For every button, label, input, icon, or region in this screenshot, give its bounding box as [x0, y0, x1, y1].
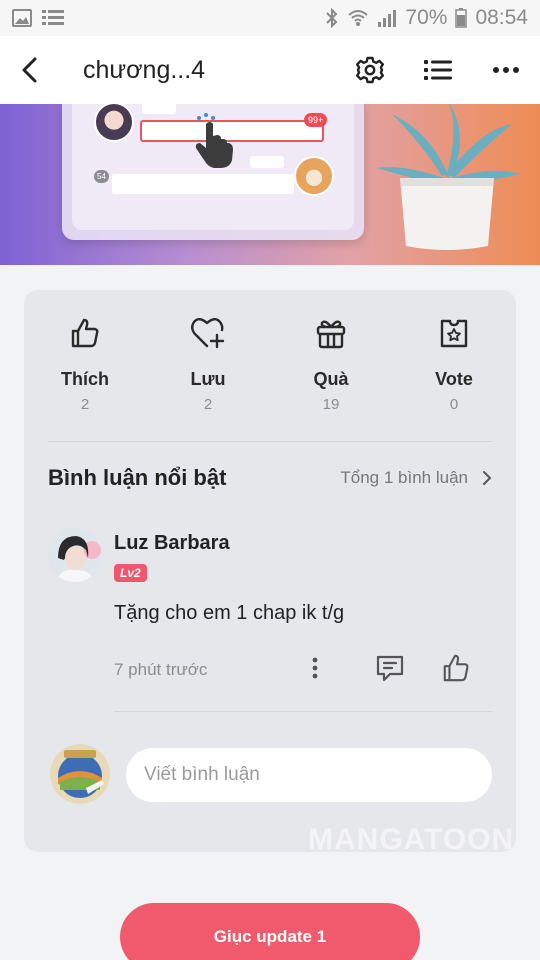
reply-button[interactable] — [370, 648, 410, 688]
clock: 08:54 — [475, 6, 528, 29]
action-label: Thích — [61, 369, 109, 389]
back-icon — [22, 57, 37, 83]
comment-more-button[interactable] — [295, 648, 335, 688]
app-header: chương...4 — [0, 36, 540, 104]
action-label: Quà — [313, 369, 349, 389]
battery-percent: 70% — [405, 6, 448, 29]
promo-banner[interactable]: 99+ 54 — [0, 104, 540, 265]
status-bar: 70% 08:54 — [0, 0, 540, 36]
comment-text: Tặng cho em 1 chap ik t/g — [114, 602, 345, 624]
save-button[interactable]: Lưu 2 — [153, 310, 263, 413]
comment-like-button[interactable] — [436, 648, 476, 688]
thumb-up-icon — [30, 310, 140, 356]
all-comments-link[interactable]: Tổng 1 bình luận — [340, 468, 492, 488]
more-vertical-icon — [312, 657, 318, 679]
bluetooth-icon — [325, 8, 339, 28]
action-bar: Thích 2 Lưu 2 Quà 19 Vote 0 — [24, 310, 516, 420]
image-icon — [12, 9, 32, 27]
comment-time: 7 phút trước — [114, 660, 208, 679]
gift-button[interactable]: Quà 19 — [276, 310, 386, 413]
level-badge: Lv2 — [114, 564, 147, 582]
request-update-button[interactable]: Giục update 1 — [120, 903, 420, 960]
list-icon — [424, 60, 452, 80]
vote-button[interactable]: Vote 0 — [399, 310, 509, 413]
interaction-panel: Thích 2 Lưu 2 Quà 19 Vote 0 Bình luận nổ… — [24, 290, 516, 852]
action-count: 2 — [203, 396, 213, 413]
banner-girl-avatar — [94, 104, 134, 142]
plant-pot-illustration — [372, 104, 522, 254]
comment-total: Tổng 1 bình luận — [340, 468, 468, 487]
watermark-logo: MANGATOON — [308, 823, 515, 856]
action-count: 0 — [449, 396, 459, 413]
banner-screen-illustration: 99+ 54 — [62, 104, 364, 240]
action-count: 19 — [322, 396, 340, 413]
comment-author[interactable]: Luz Barbara — [114, 532, 230, 555]
chevron-right-icon — [483, 471, 491, 485]
action-label: Lưu — [190, 369, 226, 389]
heart-plus-icon — [153, 310, 263, 356]
more-icon — [493, 67, 519, 73]
comment-input[interactable] — [126, 748, 492, 802]
banner-small-badge: 54 — [94, 170, 109, 183]
gear-icon — [356, 56, 384, 84]
signal-icon — [377, 8, 397, 28]
action-count: 2 — [80, 396, 90, 413]
back-button[interactable] — [10, 50, 50, 90]
thumb-up-icon — [443, 654, 469, 682]
battery-icon — [455, 8, 468, 28]
divider — [48, 441, 492, 442]
section-title: Bình luận nổi bật — [48, 465, 227, 490]
avatar[interactable] — [48, 528, 102, 582]
my-avatar — [50, 744, 110, 804]
divider — [114, 711, 492, 712]
banner-badge: 99+ — [304, 113, 328, 127]
page-title: chương...4 — [83, 56, 206, 84]
settings-button[interactable] — [350, 50, 390, 90]
reply-icon — [376, 655, 404, 682]
action-label: Vote — [435, 369, 473, 389]
hand-pointer-icon — [190, 112, 238, 175]
more-button[interactable] — [486, 50, 526, 90]
wifi-icon — [347, 8, 369, 28]
banner-dog-avatar — [294, 156, 334, 196]
like-button[interactable]: Thích 2 — [30, 310, 140, 413]
chapter-list-button[interactable] — [418, 50, 458, 90]
list-icon — [42, 9, 64, 27]
vote-ticket-icon — [399, 310, 509, 356]
gift-icon — [276, 310, 386, 356]
